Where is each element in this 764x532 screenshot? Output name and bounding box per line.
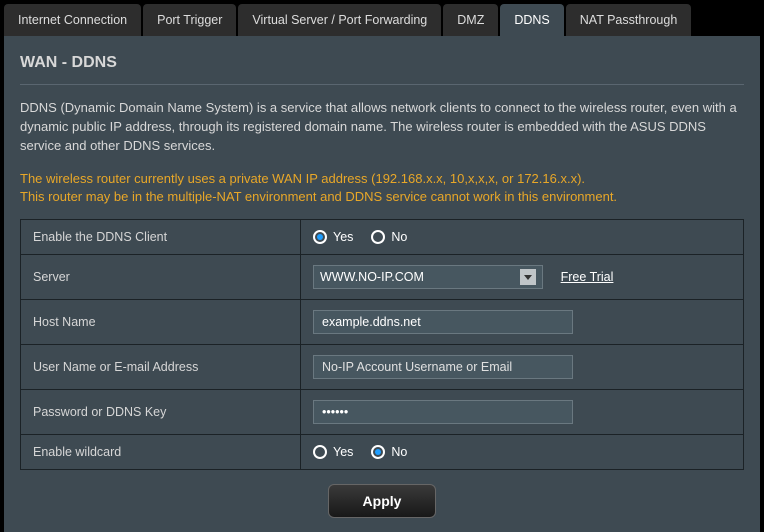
tab-dmz[interactable]: DMZ (443, 4, 498, 36)
warning-line2: This router may be in the multiple-NAT e… (20, 188, 744, 207)
wildcard-label: Enable wildcard (21, 435, 301, 469)
tab-internet-connection[interactable]: Internet Connection (4, 4, 141, 36)
radio-no-label: No (391, 445, 407, 459)
radio-yes-label: Yes (333, 230, 353, 244)
apply-button[interactable]: Apply (328, 484, 437, 518)
enable-ddns-yes-radio[interactable] (313, 230, 327, 244)
page-description: DDNS (Dynamic Domain Name System) is a s… (20, 99, 744, 156)
server-select-value: WWW.NO-IP.COM (320, 270, 424, 284)
enable-ddns-label: Enable the DDNS Client (21, 220, 301, 255)
hostname-input[interactable] (313, 310, 573, 334)
main-content: WAN - DDNS DDNS (Dynamic Domain Name Sys… (4, 36, 760, 532)
password-label: Password or DDNS Key (21, 390, 301, 435)
wildcard-yes-radio[interactable] (313, 445, 327, 459)
tab-nat-passthrough[interactable]: NAT Passthrough (566, 4, 692, 36)
tab-bar: Internet Connection Port Trigger Virtual… (0, 0, 764, 36)
enable-ddns-no-radio[interactable] (371, 230, 385, 244)
warning-block: The wireless router currently uses a pri… (20, 170, 744, 208)
radio-no-label: No (391, 230, 407, 244)
password-input[interactable] (313, 400, 573, 424)
radio-yes-label: Yes (333, 445, 353, 459)
username-label: User Name or E-mail Address (21, 345, 301, 390)
tab-port-trigger[interactable]: Port Trigger (143, 4, 236, 36)
wildcard-no-radio[interactable] (371, 445, 385, 459)
page-title: WAN - DDNS (20, 54, 744, 85)
settings-table: Enable the DDNS Client Yes No Server WWW… (20, 219, 744, 470)
tab-ddns[interactable]: DDNS (500, 4, 563, 36)
chevron-down-icon (520, 269, 536, 285)
free-trial-link[interactable]: Free Trial (561, 270, 614, 284)
warning-line1: The wireless router currently uses a pri… (20, 170, 744, 189)
username-input[interactable] (313, 355, 573, 379)
server-label: Server (21, 255, 301, 300)
hostname-label: Host Name (21, 300, 301, 345)
server-select[interactable]: WWW.NO-IP.COM (313, 265, 543, 289)
tab-port-forwarding[interactable]: Virtual Server / Port Forwarding (238, 4, 441, 36)
